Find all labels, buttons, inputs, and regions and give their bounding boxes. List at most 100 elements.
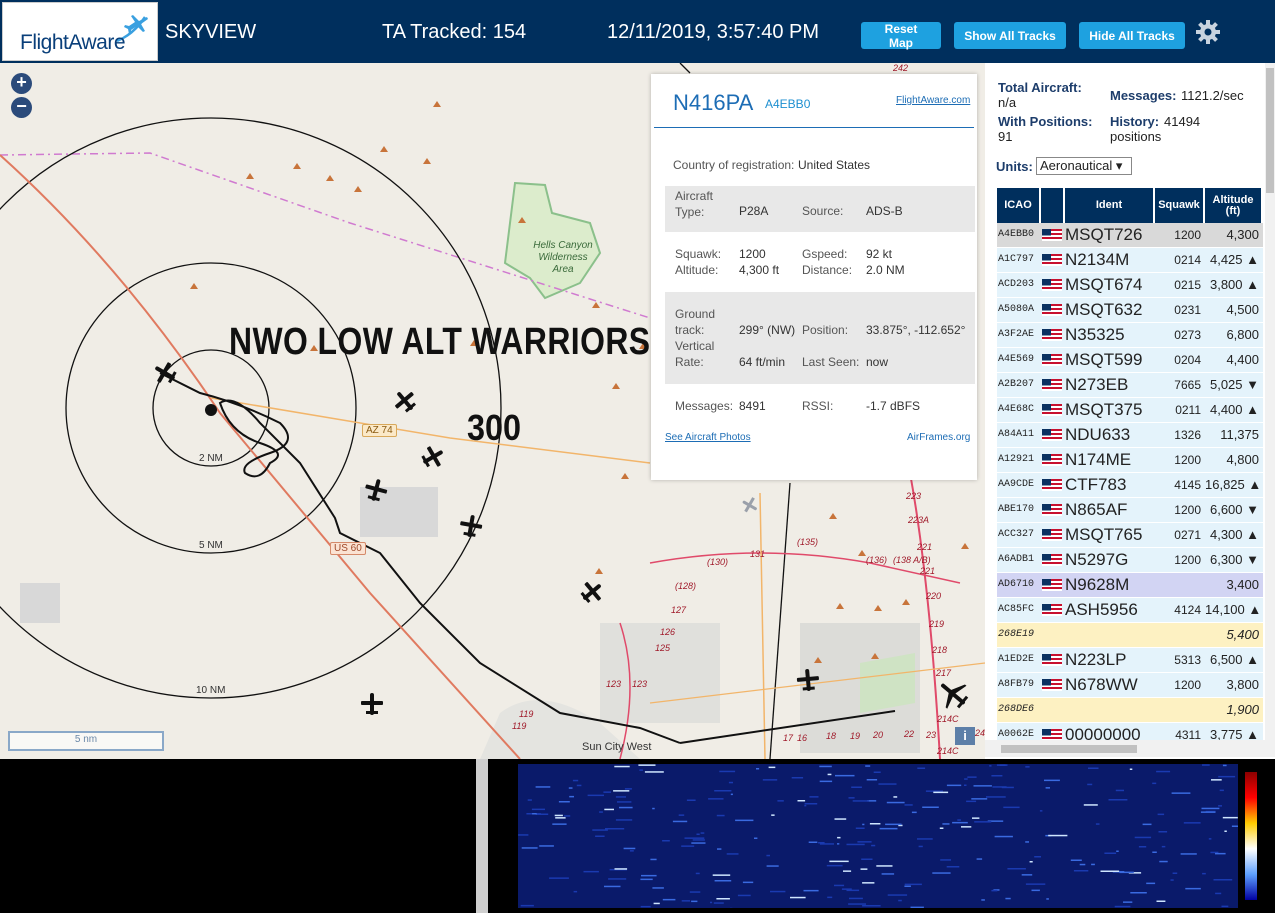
aircraft-icon[interactable] <box>420 444 446 470</box>
messages-rate-label: Messages: <box>1110 88 1177 103</box>
us-flag-icon <box>1042 329 1062 341</box>
panel-divider <box>476 759 488 913</box>
route-number: 24 <box>975 728 985 738</box>
waterfall-streak <box>972 817 980 819</box>
table-row[interactable]: A4E68C MSQT375 0211 4,400 ▲ <box>997 398 1263 423</box>
table-row[interactable]: ACD203 MSQT674 0215 3,800 ▲ <box>997 273 1263 298</box>
waterfall-streak <box>689 891 701 893</box>
waterfall-streak <box>855 827 865 829</box>
waterfall-streak <box>573 890 578 893</box>
ident-cell: MSQT726 <box>1065 225 1143 244</box>
table-row[interactable]: A8FB79 N678WW 1200 3,800 <box>997 673 1263 698</box>
table-row[interactable]: ABE170 N865AF 1200 6,600 ▼ <box>997 498 1263 523</box>
waterfall-streak <box>917 767 926 769</box>
table-row[interactable]: AC85FC ASH5956 4124 14,100 ▲ <box>997 598 1263 623</box>
table-row[interactable]: A3F2AE N35325 0273 6,800 <box>997 323 1263 348</box>
table-row[interactable]: A84A11 NDU633 1326 11,375 <box>997 423 1263 448</box>
country-label: Country of registration: <box>673 158 795 172</box>
aircraft-icon[interactable] <box>392 388 418 414</box>
total-aircraft-value: n/a <box>998 95 1017 110</box>
waterfall-streak <box>604 808 614 811</box>
waterfall-streak <box>644 771 664 773</box>
table-row[interactable]: A4EBB0 MSQT726 1200 4,300 <box>997 223 1263 248</box>
squawk-cell: 0231 <box>1174 303 1201 317</box>
squawk-cell: 4124 <box>1174 603 1201 617</box>
table-row[interactable]: A1ED2E N223LP 5313 6,500 ▲ <box>997 648 1263 673</box>
waterfall-streak <box>714 790 732 792</box>
waterfall-streak <box>818 842 825 844</box>
us-flag-icon <box>1042 604 1062 616</box>
vertical-scroll-thumb[interactable] <box>1266 68 1274 193</box>
col-squawk-header[interactable]: Squawk <box>1155 188 1205 223</box>
waterfall-streak <box>1003 806 1020 809</box>
waterfall-streak <box>1046 898 1049 900</box>
table-row[interactable]: A12921 N174ME 1200 4,800 <box>997 448 1263 473</box>
aircraft-icon[interactable] <box>363 477 389 503</box>
table-row[interactable]: A6ADB1 N5297G 1200 6,300 ▼ <box>997 548 1263 573</box>
altitude-cell: 6,800 <box>1226 327 1259 342</box>
aircraft-icon[interactable] <box>795 667 821 693</box>
col-ident-header[interactable]: Ident <box>1065 188 1155 223</box>
waterfall-streak <box>1200 811 1216 813</box>
last-seen-value: now <box>866 355 889 369</box>
waterfall-streak <box>1171 792 1191 794</box>
table-row[interactable]: A4E569 MSQT599 0204 4,400 <box>997 348 1263 373</box>
altitude-value: 4,300 ft <box>739 263 780 277</box>
waterfall-streak <box>1025 766 1030 768</box>
aircraft-photos-link[interactable]: See Aircraft Photos <box>665 432 751 443</box>
col-altitude-header[interactable]: Altitude (ft) <box>1205 188 1263 223</box>
table-row[interactable]: ACC327 MSQT765 0271 4,300 ▲ <box>997 523 1263 548</box>
airframes-link[interactable]: AirFrames.org <box>907 432 970 443</box>
zoom-out-button[interactable]: − <box>11 97 32 118</box>
aircraft-icon[interactable] <box>152 360 178 386</box>
waterfall-streak <box>652 807 655 810</box>
gear-icon[interactable] <box>1195 19 1221 45</box>
waterfall-streak <box>555 817 566 819</box>
aircraft-icon[interactable] <box>359 691 385 717</box>
flightaware-link[interactable]: FlightAware.com <box>896 95 970 106</box>
table-row[interactable]: A5080A MSQT632 0231 4,500 <box>997 298 1263 323</box>
hide-all-tracks-button[interactable]: Hide All Tracks <box>1079 22 1185 49</box>
altitude-cell: 16,825 ▲ <box>1205 477 1261 492</box>
table-row[interactable]: 268DE6 1,900 <box>997 698 1263 723</box>
aircraft-icon[interactable] <box>579 579 605 605</box>
show-all-tracks-button[interactable]: Show All Tracks <box>954 22 1066 49</box>
waterfall-streak <box>986 796 1006 798</box>
flag-cell <box>1041 673 1063 697</box>
popup-divider <box>654 127 974 128</box>
waterfall-streak <box>1123 901 1133 903</box>
table-row[interactable]: A2B207 N273EB 7665 5,025 ▼ <box>997 373 1263 398</box>
route-number: 119 <box>512 721 527 731</box>
table-row[interactable]: A1C797 N2134M 0214 4,425 ▲ <box>997 248 1263 273</box>
waterfall-streak <box>623 847 636 850</box>
waterfall-streak <box>862 882 875 884</box>
flightaware-logo[interactable]: FlightAware <box>2 2 158 61</box>
waterfall-streak <box>770 890 786 893</box>
col-flag-header[interactable] <box>1041 188 1065 223</box>
route-number: 18 <box>826 731 837 741</box>
aircraft-icon[interactable] <box>458 513 484 539</box>
table-row[interactable]: 268E19 5,400 <box>997 623 1263 648</box>
jet-aircraft-icon[interactable] <box>936 677 970 711</box>
waterfall-streak <box>604 885 621 888</box>
table-row[interactable]: AD6710 N9628M 3,400 <box>997 573 1263 598</box>
route-number: 131 <box>750 549 766 559</box>
table-row[interactable]: AA9CDE CTF783 4145 16,825 ▲ <box>997 473 1263 498</box>
route-number: 125 <box>655 643 671 653</box>
aircraft-icon[interactable] <box>740 495 760 515</box>
ring-label-5nm: 5 NM <box>199 540 223 551</box>
col-icao-header[interactable]: ICAO <box>997 188 1041 223</box>
info-icon[interactable]: i <box>955 727 975 745</box>
reset-map-button[interactable]: Reset Map <box>861 22 941 50</box>
ident-cell: N223LP <box>1065 650 1127 669</box>
waterfall-streak <box>712 874 731 876</box>
waterfall-streak <box>695 872 700 875</box>
waterfall-streak <box>996 764 1008 766</box>
units-select[interactable]: Aeronautical ▾ <box>1036 157 1132 175</box>
waterfall-streak <box>893 796 898 798</box>
waterfall-streak <box>1156 770 1171 773</box>
waterfall-streak <box>1005 897 1011 900</box>
horizontal-scroll-thumb[interactable] <box>1001 745 1137 753</box>
icao-cell: 268DE6 <box>998 704 1035 715</box>
zoom-in-button[interactable]: + <box>11 73 32 94</box>
